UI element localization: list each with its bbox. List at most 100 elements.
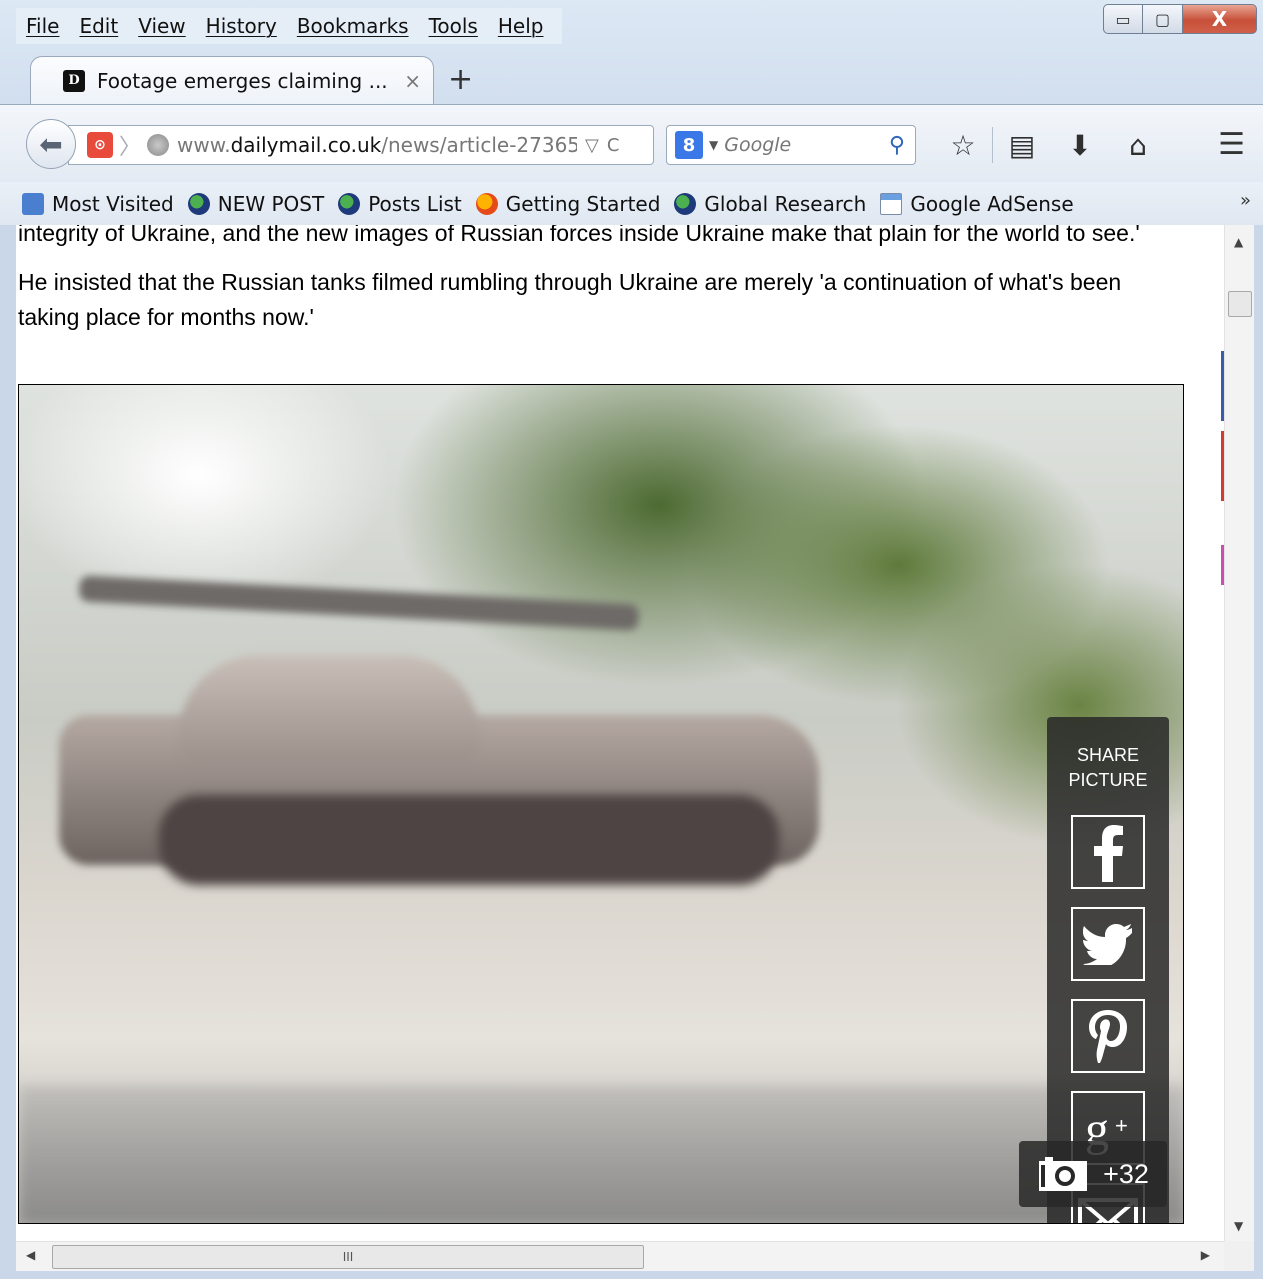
- close-window-button[interactable]: X: [1183, 4, 1257, 34]
- menu-edit[interactable]: Edit: [69, 14, 128, 38]
- menu-bar: File Edit View History Bookmarks Tools H…: [0, 0, 1263, 52]
- bookmarks-toolbar: Most Visited NEW POST Posts List Getting…: [0, 182, 1263, 225]
- navigation-toolbar: ⊙ 〉 www.dailymail.co.uk/news/article-273…: [0, 104, 1263, 182]
- scroll-marker: [1221, 545, 1224, 585]
- scroll-marker: [1221, 351, 1224, 421]
- bookmark-getting-started[interactable]: Getting Started: [475, 191, 661, 216]
- url-separator-icon: 〉: [119, 135, 142, 160]
- window-frame-bottom: [0, 1271, 1263, 1279]
- scroll-down-arrow-icon[interactable]: ▼: [1234, 1219, 1243, 1233]
- horizontal-scroll-thumb[interactable]: III: [52, 1245, 644, 1269]
- url-history-dropdown-icon[interactable]: ▽: [585, 135, 599, 156]
- url-text[interactable]: www.dailymail.co.uk/news/article-27365:: [177, 133, 577, 157]
- article-body: integrity of Ukraine, and the new images…: [16, 225, 1146, 335]
- bookmark-posts-list[interactable]: Posts List: [338, 192, 462, 216]
- most-visited-icon: [22, 192, 44, 215]
- menu-file[interactable]: File: [16, 14, 69, 38]
- facebook-icon: [1094, 825, 1123, 882]
- scroll-marker: [1221, 431, 1224, 501]
- window-frame-left: [0, 225, 16, 1279]
- back-button[interactable]: ⬅: [26, 119, 76, 169]
- google-engine-icon[interactable]: 8: [675, 131, 703, 159]
- downloads-icon[interactable]: ⬇: [1051, 129, 1109, 162]
- url-path: /news/article-27365:: [381, 133, 578, 157]
- bookmark-label: Getting Started: [505, 191, 661, 216]
- menu-hamburger-icon[interactable]: ☰: [1218, 127, 1245, 162]
- article-paragraph: integrity of Ukraine, and the new images…: [18, 225, 1140, 246]
- pinterest-icon: [1089, 1010, 1127, 1063]
- home-icon[interactable]: ⌂: [1109, 129, 1167, 162]
- scroll-up-arrow-icon[interactable]: ▲: [1234, 235, 1243, 249]
- photo-tank-turret: [179, 655, 479, 765]
- dailymail-favicon-icon: D: [63, 69, 85, 92]
- maximize-button[interactable]: ▢: [1143, 4, 1183, 34]
- bookmark-google-adsense[interactable]: Google AdSense: [880, 191, 1074, 216]
- scroll-left-arrow-icon[interactable]: ◀: [26, 1248, 35, 1262]
- gallery-count: +32: [1103, 1158, 1149, 1189]
- share-pinterest-button[interactable]: [1071, 999, 1145, 1073]
- window-controls: ▭ ▢ X: [1103, 4, 1257, 34]
- adsense-icon: [880, 192, 903, 215]
- bookmark-new-post[interactable]: NEW POST: [187, 191, 325, 216]
- photo-tank-track: [159, 795, 779, 885]
- toolbar-icons: ☆ ▤ ⬇ ⌂: [934, 127, 1167, 163]
- tab-title: Footage emerges claiming ...: [97, 68, 388, 93]
- svg-text:+: +: [1115, 1113, 1128, 1138]
- share-facebook-button[interactable]: [1071, 815, 1145, 889]
- engine-dropdown-icon[interactable]: ▼: [709, 138, 718, 152]
- menu-help[interactable]: Help: [488, 14, 554, 38]
- bookmark-global-research[interactable]: Global Research: [674, 192, 866, 216]
- bookmark-label: Global Research: [704, 191, 867, 216]
- window-frame-right: [1254, 225, 1263, 1279]
- photo-road: [19, 1085, 1183, 1223]
- scrollbar-corner: [1224, 1241, 1254, 1271]
- minimize-button[interactable]: ▭: [1103, 4, 1143, 34]
- share-label: SHARE PICTURE: [1068, 743, 1147, 793]
- menu-bookmarks[interactable]: Bookmarks: [287, 14, 419, 38]
- bookmark-label: Posts List: [368, 191, 462, 216]
- url-domain: dailymail.co.uk: [230, 133, 382, 157]
- twitter-icon: [1083, 924, 1132, 965]
- vertical-scrollbar[interactable]: ▲ ▼: [1221, 225, 1254, 1241]
- search-icon[interactable]: ⚲: [889, 133, 905, 158]
- share-label-line2: PICTURE: [1068, 770, 1148, 790]
- menu-history[interactable]: History: [196, 14, 287, 38]
- bookmark-label: NEW POST: [217, 191, 325, 216]
- camera-icon: [1039, 1157, 1088, 1191]
- globe-icon: [674, 192, 697, 215]
- url-bar[interactable]: ⊙ 〉 www.dailymail.co.uk/news/article-273…: [68, 125, 654, 165]
- globe-icon: [187, 192, 210, 215]
- url-prefix: www.: [177, 133, 231, 157]
- article-paragraph: He insisted that the Russian tanks filme…: [18, 269, 1122, 330]
- scroll-right-arrow-icon[interactable]: ▶: [1201, 1248, 1210, 1262]
- menu-view[interactable]: View: [128, 14, 195, 38]
- reload-icon[interactable]: C: [607, 135, 620, 156]
- new-tab-button[interactable]: +: [448, 62, 473, 97]
- share-label-line1: SHARE: [1076, 745, 1139, 765]
- firefox-icon: [475, 192, 498, 215]
- globe-icon: [338, 192, 361, 215]
- back-arrow-icon: ⬅: [39, 127, 63, 161]
- vertical-scroll-thumb[interactable]: [1228, 291, 1252, 317]
- url-actions: ▽ C: [585, 135, 619, 156]
- search-bar[interactable]: 8 ▼ Google ⚲: [666, 125, 916, 165]
- bookmark-label: Google AdSense: [910, 191, 1074, 216]
- bookmarks-overflow-icon[interactable]: »: [1240, 190, 1251, 211]
- menu-tools[interactable]: Tools: [419, 14, 488, 38]
- bookmark-label: Most Visited: [52, 191, 174, 216]
- page-content: integrity of Ukraine, and the new images…: [16, 225, 1224, 1241]
- search-input[interactable]: Google: [724, 134, 889, 156]
- share-twitter-button[interactable]: [1071, 907, 1145, 981]
- photo-tank-barrel: [78, 575, 640, 631]
- site-identity-icon[interactable]: [147, 134, 170, 156]
- reading-list-icon[interactable]: ▤: [993, 129, 1051, 162]
- calendar-addon-icon[interactable]: ⊙: [87, 132, 113, 158]
- horizontal-scrollbar[interactable]: ◀ III ▶: [16, 1241, 1224, 1271]
- gallery-count-button[interactable]: +32: [1019, 1141, 1167, 1207]
- bookmark-most-visited[interactable]: Most Visited: [22, 192, 174, 216]
- menu-strip: File Edit View History Bookmarks Tools H…: [16, 8, 562, 44]
- article-photo[interactable]: SHARE PICTURE g + +32: [18, 384, 1184, 1224]
- bookmark-star-icon[interactable]: ☆: [934, 129, 992, 162]
- tab-close-icon[interactable]: ×: [404, 69, 421, 93]
- tab-active[interactable]: D Footage emerges claiming ... ×: [30, 56, 434, 104]
